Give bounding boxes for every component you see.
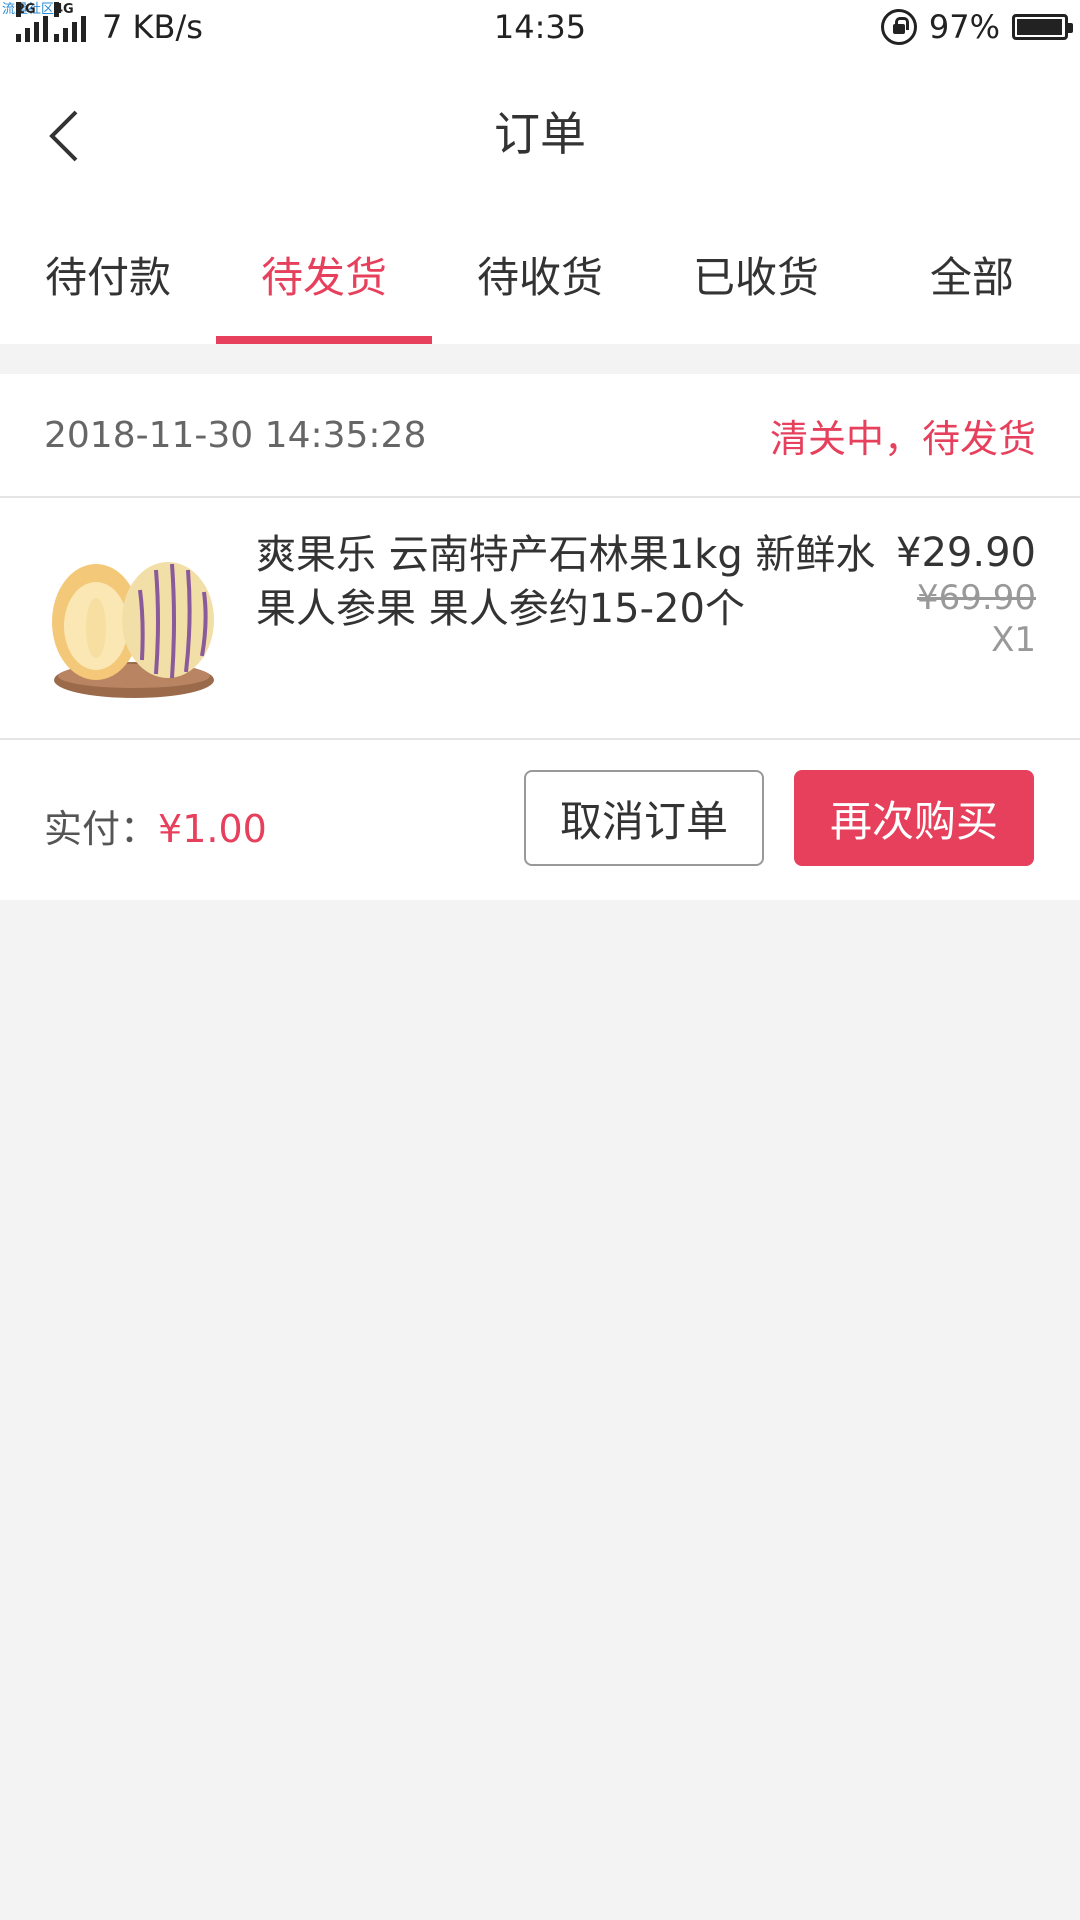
battery-icon xyxy=(1012,14,1073,40)
price-current: ¥29.90 xyxy=(896,530,1036,576)
status-right: 97% xyxy=(880,8,1073,46)
paid-total: 实付：¥1.00 xyxy=(44,798,267,853)
buy-again-button[interactable]: 再次购买 xyxy=(794,770,1034,866)
cancel-order-button[interactable]: 取消订单 xyxy=(524,770,764,866)
tab-pending-payment[interactable]: 待付款 xyxy=(0,204,216,344)
order-status: 清关中，待发货 xyxy=(769,416,1036,461)
price-column: ¥29.90 ¥69.90 X1 xyxy=(896,530,1036,660)
order-footer: 实付：¥1.00 取消订单 再次购买 xyxy=(0,740,1080,900)
tab-pending-receipt[interactable]: 待收货 xyxy=(432,204,648,344)
tab-all[interactable]: 全部 xyxy=(864,204,1080,344)
product-title: 爽果乐 云南特产石林果1kg 新鲜水果人参果 果人参约15-20个 xyxy=(256,532,876,632)
battery-percent: 97% xyxy=(928,8,1000,46)
rotation-lock-icon xyxy=(880,9,917,45)
page-title: 订单 xyxy=(494,107,586,161)
paid-amount: ¥1.00 xyxy=(158,807,267,851)
order-time: 2018-11-30 14:35:28 xyxy=(44,414,427,456)
tab-pending-shipment[interactable]: 待发货 xyxy=(216,204,432,344)
order-item[interactable]: 爽果乐 云南特产石林果1kg 新鲜水果人参果 果人参约15-20个 ¥29.90… xyxy=(0,498,1080,740)
order-tabs: 待付款 待发货 待收货 已收货 全部 xyxy=(0,204,1080,344)
quantity: X1 xyxy=(991,620,1036,660)
product-image xyxy=(44,530,224,710)
tab-received[interactable]: 已收货 xyxy=(648,204,864,344)
status-bar: 流量社区 2G 4G 7 KB/s 14:35 97% xyxy=(0,0,1080,56)
nav-bar: 订单 xyxy=(0,56,1080,204)
price-original: ¥69.90 xyxy=(917,578,1036,618)
order-card: 2018-11-30 14:35:28 清关中，待发货 爽果乐 云南特产石林果1… xyxy=(0,374,1080,900)
paid-label: 实付： xyxy=(44,807,159,851)
order-header: 2018-11-30 14:35:28 清关中，待发货 xyxy=(0,374,1080,498)
